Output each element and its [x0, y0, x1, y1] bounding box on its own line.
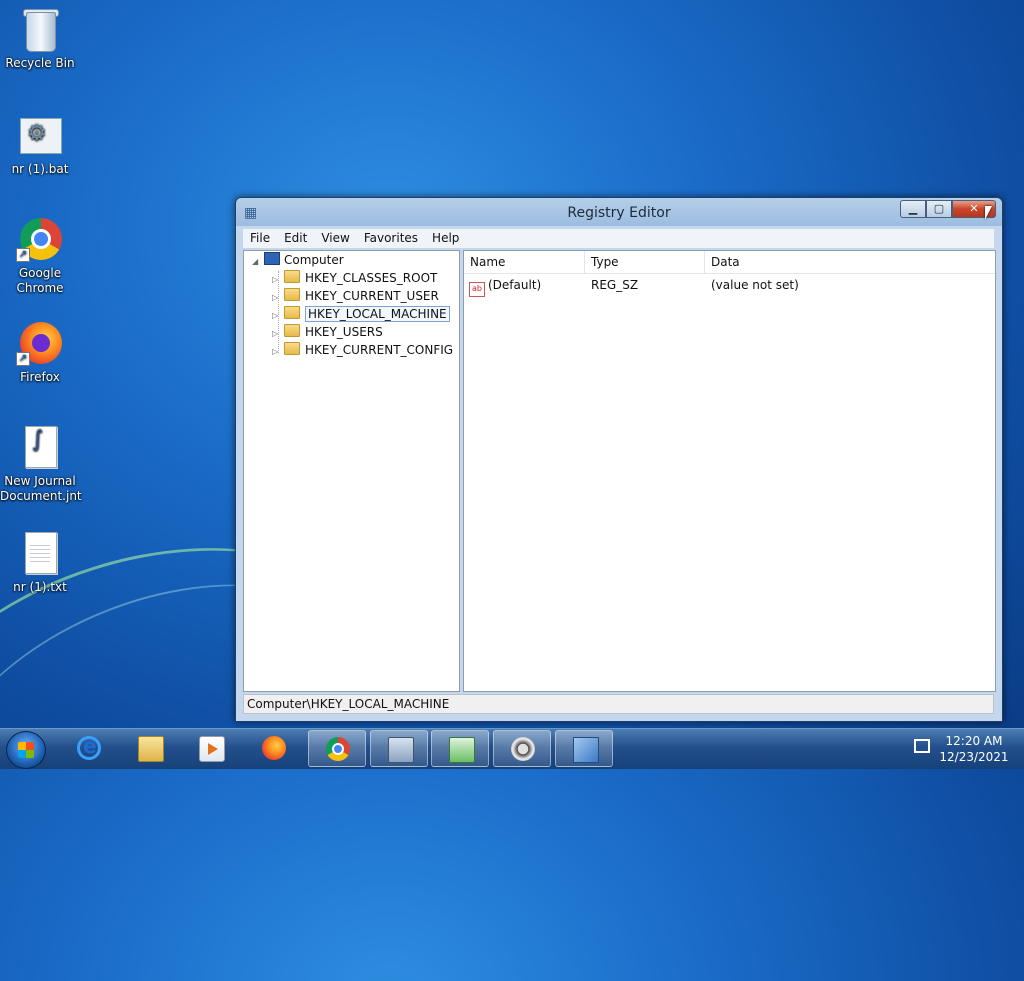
column-header-name[interactable]: Name — [464, 251, 585, 273]
folder-icon — [284, 288, 300, 301]
taskbar-firefox[interactable] — [245, 730, 303, 767]
chrome-icon — [326, 737, 350, 761]
door-icon — [388, 737, 414, 763]
value-row-data: (value not set) — [711, 278, 799, 292]
batch-file-icon: ⚙ — [16, 112, 64, 160]
tree-item-label: HKEY_CURRENT_USER — [305, 289, 439, 303]
desktop-icon-label: New Journal Document.jnt — [0, 474, 82, 503]
chrome-icon: ↗ — [16, 216, 64, 264]
tree-item-hkey-current-user[interactable]: ▷ HKEY_CURRENT_USER — [272, 287, 439, 305]
recycle-bin-icon — [16, 6, 64, 54]
tree-item-label: HKEY_CURRENT_CONFIG — [305, 343, 454, 357]
taskbar-media-player[interactable] — [182, 730, 240, 767]
computer-icon — [264, 252, 280, 265]
menu-bar: File Edit View Favorites Help — [243, 229, 994, 248]
desktop-icon-label: Google Chrome — [16, 266, 64, 295]
value-row-type: REG_SZ — [591, 278, 639, 292]
folder-icon — [284, 270, 300, 283]
window-title: Registry Editor — [567, 205, 671, 221]
tree-item-computer[interactable]: ◢ Computer — [252, 251, 344, 269]
taskbar-door-app[interactable] — [370, 730, 428, 767]
tree-item-hkey-users[interactable]: ▷ HKEY_USERS — [272, 323, 383, 341]
desktop-icon-label: Firefox — [20, 370, 60, 384]
tree-item-label-selected: HKEY_LOCAL_MACHINE — [305, 306, 450, 322]
firefox-icon — [262, 736, 286, 760]
mouse-cursor-icon — [985, 206, 992, 220]
clock-date: 12/23/2021 — [939, 750, 1009, 764]
desktop-icon-journal-document[interactable]: ∫ New Journal Document.jnt — [0, 424, 82, 504]
taskbar-registry-editor[interactable] — [555, 730, 613, 767]
tree-item-hkey-current-config[interactable]: ▷ HKEY_CURRENT_CONFIG — [272, 341, 453, 359]
download-icon — [449, 737, 475, 763]
registry-tree-pane[interactable]: ◢ Computer ▷ HKEY_CLASSES_ROOT ▷ HKEY_CURRE… — [243, 250, 460, 692]
desktop-icon-recycle-bin[interactable]: Recycle Bin — [0, 6, 80, 71]
desktop-icon-firefox[interactable]: ↗ Firefox — [0, 320, 80, 385]
minimize-button[interactable]: ▁ — [900, 200, 926, 218]
taskbar-google-chrome[interactable] — [308, 730, 366, 767]
taskbar: 12:20 AM 12/23/2021 — [0, 728, 1024, 769]
start-button[interactable] — [6, 731, 46, 769]
taskbar-download-app[interactable] — [431, 730, 489, 767]
media-player-icon — [199, 736, 225, 762]
registry-values-pane[interactable]: Name Type Data ab (Default) REG_SZ (value… — [463, 250, 996, 692]
tree-item-hkey-local-machine[interactable]: ▷ HKEY_LOCAL_MACHINE — [272, 305, 450, 323]
journal-document-icon: ∫ — [16, 424, 64, 472]
registry-editor-window: ▦ Registry Editor ▁ ▢ ✕ File Edit View F… — [235, 197, 1003, 722]
internet-explorer-icon — [77, 734, 101, 760]
value-row-name[interactable]: ab (Default) — [469, 276, 542, 297]
string-value-icon: ab — [469, 282, 485, 297]
desktop-icon-label: nr (1).txt — [13, 580, 67, 594]
desktop-icon-google-chrome[interactable]: ↗ Google Chrome — [0, 216, 80, 296]
tree-item-label: HKEY_CLASSES_ROOT — [305, 271, 438, 285]
tree-item-hkey-classes-root[interactable]: ▷ HKEY_CLASSES_ROOT — [272, 269, 437, 287]
firefox-icon: ↗ — [16, 320, 64, 368]
clock-time: 12:20 AM — [945, 734, 1003, 748]
expand-arrow-icon[interactable]: ▷ — [272, 343, 282, 361]
registry-editor-icon — [573, 737, 599, 763]
status-path: Computer\HKEY_LOCAL_MACHINE — [247, 697, 450, 711]
menu-favorites[interactable]: Favorites — [357, 229, 425, 248]
desktop-icon-label: nr (1).bat — [11, 162, 69, 176]
menu-edit[interactable]: Edit — [277, 229, 314, 248]
caption-buttons: ▁ ▢ ✕ — [900, 200, 996, 218]
network-icon[interactable] — [914, 739, 930, 753]
folder-icon — [284, 306, 300, 319]
status-bar: Computer\HKEY_LOCAL_MACHINE — [243, 694, 994, 714]
desktop-icon-nr-bat[interactable]: ⚙ nr (1).bat — [0, 112, 80, 177]
tree-item-label: Computer — [284, 253, 344, 267]
folder-icon — [284, 342, 300, 355]
desktop-icon-label: Recycle Bin — [5, 56, 75, 70]
folder-icon — [284, 324, 300, 337]
folder-icon — [138, 736, 164, 762]
tree-item-label: HKEY_USERS — [305, 325, 383, 339]
taskbar-video-app[interactable] — [493, 730, 551, 767]
menu-view[interactable]: View — [314, 229, 356, 248]
title-bar[interactable]: ▦ Registry Editor ▁ ▢ ✕ — [236, 198, 1002, 228]
menu-help[interactable]: Help — [425, 229, 466, 248]
taskbar-internet-explorer[interactable] — [60, 730, 118, 767]
system-clock[interactable]: 12:20 AM 12/23/2021 — [934, 733, 1014, 765]
column-header-data[interactable]: Data — [705, 251, 995, 273]
maximize-button[interactable]: ▢ — [926, 200, 952, 218]
desktop-icon-nr-txt[interactable]: nr (1).txt — [0, 530, 80, 595]
text-file-icon — [16, 530, 64, 578]
value-name: (Default) — [488, 278, 542, 292]
menu-file[interactable]: File — [243, 229, 277, 248]
column-header-type[interactable]: Type — [585, 251, 705, 273]
taskbar-windows-explorer[interactable] — [121, 730, 179, 767]
film-reel-icon — [511, 737, 535, 761]
collapse-arrow-icon[interactable]: ◢ — [252, 253, 262, 271]
